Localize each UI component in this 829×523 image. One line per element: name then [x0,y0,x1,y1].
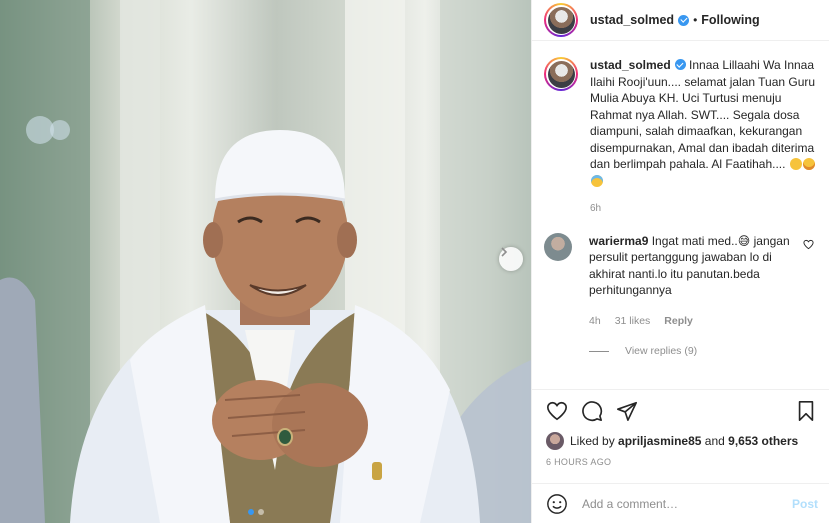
liked-by-joiner: and [704,434,725,448]
chevron-right-icon [501,247,508,257]
folded-hands-emoji-icon [789,158,802,170]
liked-by-prefix: Liked by [570,434,615,448]
carousel-dot [258,509,264,515]
author-username[interactable]: ustad_solmed [590,13,674,27]
comment-like-heart-icon[interactable] [803,239,814,250]
reply-button[interactable]: Reply [664,313,693,330]
carousel-dots [248,509,264,515]
smiley-icon [547,493,567,514]
comment-likes[interactable]: 31 likes [615,313,651,330]
liker-username[interactable]: apriljasmine85 [618,434,701,448]
next-image-button[interactable] [499,247,523,271]
caption-time[interactable]: 6h [590,201,817,218]
post-image[interactable] [0,0,531,523]
separator-dot: • [693,13,698,27]
post-date[interactable]: 6 HOURS AGO [532,457,829,467]
liker-avatar[interactable] [546,432,564,450]
heart-icon [547,401,567,421]
add-comment-bar: Post [532,483,829,523]
action-icons [532,390,829,432]
comments-section[interactable]: ustad_solmed Innaa Lillaahi Wa Innaa Ila… [532,41,829,393]
crying-face-emoji-icon [591,174,603,187]
avatar-image [547,6,575,34]
caption-username[interactable]: ustad_solmed [590,58,671,72]
emoji-picker-button[interactable] [546,493,568,515]
bookmark-icon [798,401,814,421]
comment-icon [582,401,603,422]
instagram-post: ustad_solmed • Following ustad_solmed In… [0,0,829,523]
following-button[interactable]: Following [701,13,759,27]
post-actions: Liked by apriljasmine85 and 9,653 others… [532,389,829,467]
post-photo [0,0,531,523]
caption-text: Innaa Lillaahi Wa Innaa Ilaihi Rooji'uun… [590,58,816,171]
comment-meta: 4h 31 likes Reply [589,313,795,330]
post-header: ustad_solmed • Following [532,0,829,41]
smiling-face-emoji-icon [802,158,815,170]
likes-summary: Liked by apriljasmine85 and 9,653 others [532,432,829,450]
post-sidebar: ustad_solmed • Following ustad_solmed In… [531,0,829,523]
commenter-avatar[interactable] [544,232,572,261]
carousel-dot-active [248,509,254,515]
view-replies-label: View replies (9) [625,345,698,357]
share-icon [617,401,637,421]
post-caption: ustad_solmed Innaa Lillaahi Wa Innaa Ila… [544,57,817,218]
post-comment-button[interactable]: Post [792,497,818,511]
share-button[interactable] [616,400,638,422]
verified-badge-icon [678,14,690,26]
view-replies-button[interactable]: View replies (9) [589,345,817,357]
comment-time[interactable]: 4h [589,313,601,330]
replies-divider [589,350,609,352]
like-button[interactable] [546,400,568,422]
commenter-username[interactable]: warierma9 [589,234,648,248]
comment-item: warierma9 Ingat mati med..😅 jangan persu… [544,232,817,330]
comment-input[interactable] [582,496,792,511]
verified-badge-icon [674,59,686,70]
save-button[interactable] [796,400,816,422]
likes-others-count[interactable]: 9,653 others [728,434,798,448]
comment-button[interactable] [581,400,603,422]
caption-avatar[interactable] [544,57,578,91]
avatar-image [547,60,575,88]
avatar[interactable] [544,3,578,37]
